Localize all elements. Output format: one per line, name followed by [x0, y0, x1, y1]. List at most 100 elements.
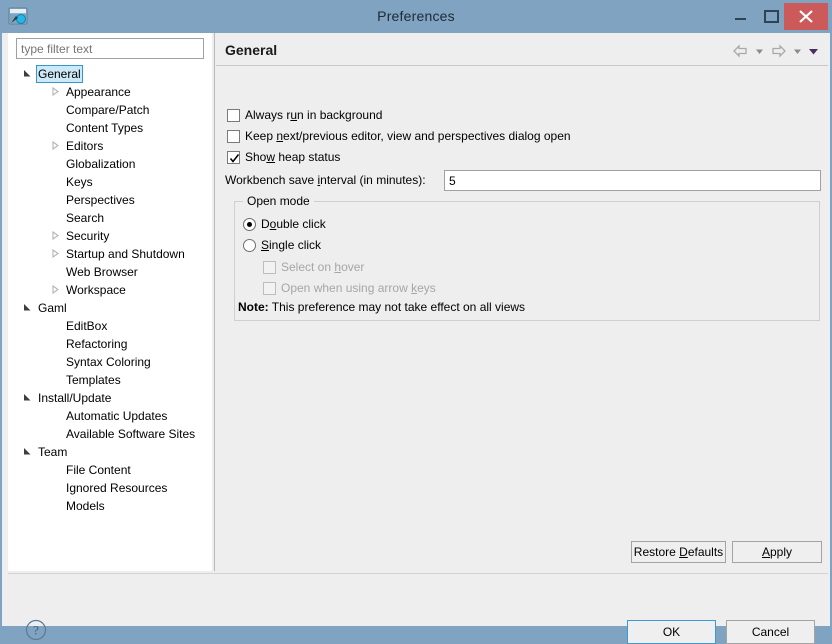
back-menu-chevron-down-icon[interactable] [753, 43, 766, 59]
checkbox-label: Always run in background [245, 108, 383, 122]
radio-button [243, 217, 256, 231]
triangle-expanded-icon[interactable] [20, 389, 34, 407]
triangle-expanded-icon[interactable] [20, 443, 34, 461]
tree-item-editors[interactable]: Editors [8, 137, 212, 155]
checkbox-box [227, 150, 240, 164]
tree-item-globalization[interactable]: Globalization [8, 155, 212, 173]
triangle-collapsed-icon[interactable] [48, 245, 62, 263]
forward-menu-chevron-down-icon[interactable] [791, 43, 804, 59]
page-title: General [225, 42, 278, 58]
tree-item-spacer [48, 407, 62, 425]
view-menu-chevron-down-filled-icon[interactable] [807, 43, 820, 59]
tree-item-spacer [48, 317, 62, 335]
checkbox-label: Show heap status [245, 150, 341, 164]
tree-item-workspace[interactable]: Workspace [8, 281, 212, 299]
tree-item-perspectives[interactable]: Perspectives [8, 191, 212, 209]
window-title: Preferences [377, 8, 455, 24]
tree-item-models[interactable]: Models [8, 497, 212, 515]
tree-item-gaml[interactable]: Gaml [8, 299, 212, 317]
tree-item-label: Content Types [66, 121, 144, 135]
tree-item-label: Gaml [38, 301, 67, 315]
triangle-expanded-icon[interactable] [20, 299, 34, 317]
triangle-expanded-icon[interactable] [20, 65, 34, 83]
svg-text:?: ? [33, 623, 39, 638]
tree-item-refactoring[interactable]: Refactoring [8, 335, 212, 353]
back-arrow-icon[interactable] [731, 43, 750, 59]
tree-item-spacer [48, 371, 62, 389]
checkbox-box [227, 129, 240, 143]
tree-item-label: Automatic Updates [66, 409, 168, 423]
filter-input[interactable] [16, 38, 204, 59]
forward-arrow-icon[interactable] [769, 43, 788, 59]
apply-button[interactable]: Apply [732, 541, 822, 563]
tree-item-ignored-resources[interactable]: Ignored Resources [8, 479, 212, 497]
tree-item-label: Editors [66, 139, 104, 153]
tree-item-label: Globalization [66, 157, 136, 171]
tree-item-label: Security [66, 229, 110, 243]
tree-item-install-update[interactable]: Install/Update [8, 389, 212, 407]
checkbox-label: Keep next/previous editor, view and pers… [245, 129, 571, 143]
tree-item-appearance[interactable]: Appearance [8, 83, 212, 101]
tree-item-security[interactable]: Security [8, 227, 212, 245]
tree-item-available-software-sites[interactable]: Available Software Sites [8, 425, 212, 443]
tree-item-label: Syntax Coloring [66, 355, 151, 369]
checkbox-keep-next-previous-editor[interactable]: Keep next/previous editor, view and pers… [227, 127, 571, 145]
panel-divider [214, 33, 215, 571]
triangle-collapsed-icon[interactable] [48, 83, 62, 101]
cancel-button[interactable]: Cancel [726, 620, 815, 644]
workbench-save-interval-row: Workbench save interval (in minutes): [225, 170, 821, 192]
ok-button[interactable]: OK [627, 620, 716, 644]
note-label: Note: [238, 300, 269, 314]
tree-item-team[interactable]: Team [8, 443, 212, 461]
restore-defaults-button[interactable]: Restore Defaults [631, 541, 726, 563]
tree-item-compare-patch[interactable]: Compare/Patch [8, 101, 212, 119]
checkbox-show-heap-status[interactable]: Show heap status [227, 148, 340, 166]
save-interval-input[interactable] [444, 170, 821, 191]
tree-item-automatic-updates[interactable]: Automatic Updates [8, 407, 212, 425]
window-titlebar[interactable]: Preferences [0, 0, 832, 33]
tree-item-spacer [48, 335, 62, 353]
tree-item-search[interactable]: Search [8, 209, 212, 227]
tree-item-label: Workspace [66, 283, 126, 297]
tree-item-syntax-coloring[interactable]: Syntax Coloring [8, 353, 212, 371]
tree-item-spacer [48, 101, 62, 119]
save-interval-label: Workbench save interval (in minutes): [225, 173, 426, 187]
tree-item-label: Startup and Shutdown [66, 247, 185, 261]
preferences-window: Preferences General Appearance Compare/Pat… [0, 0, 832, 644]
tree-item-keys[interactable]: Keys [8, 173, 212, 191]
tree-item-templates[interactable]: Templates [8, 371, 212, 389]
close-button[interactable] [784, 3, 828, 30]
tree-item-spacer [48, 173, 62, 191]
tree-item-spacer [48, 191, 62, 209]
note-text: This preference may not take effect on a… [271, 300, 526, 314]
dialog-client-area: General Appearance Compare/Patch Content Ty… [2, 33, 830, 644]
triangle-collapsed-icon[interactable] [48, 227, 62, 245]
checkbox-always-run-in-background[interactable]: Always run in background [227, 106, 382, 124]
preferences-tree[interactable]: General Appearance Compare/Patch Content Ty… [8, 65, 212, 515]
tree-item-general[interactable]: General [8, 65, 212, 83]
radio-single-click[interactable]: Single click [243, 236, 321, 254]
tree-item-startup-and-shutdown[interactable]: Startup and Shutdown [8, 245, 212, 263]
tree-item-label: File Content [66, 463, 131, 477]
help-question-icon[interactable]: ? [25, 619, 47, 641]
open-mode-note: Note: This preference may not take effec… [238, 300, 525, 314]
tree-item-editbox[interactable]: EditBox [8, 317, 212, 335]
tree-item-file-content[interactable]: File Content [8, 461, 212, 479]
title-separator [216, 65, 828, 66]
triangle-collapsed-icon[interactable] [48, 281, 62, 299]
tree-item-content-types[interactable]: Content Types [8, 119, 212, 137]
tree-item-label: Models [66, 499, 105, 513]
tree-item-label: Templates [66, 373, 121, 387]
tree-item-label: Ignored Resources [66, 481, 168, 495]
close-icon [799, 10, 813, 23]
checkmark-icon [229, 153, 240, 163]
tree-item-spacer [48, 461, 62, 479]
tree-item-label: Perspectives [66, 193, 135, 207]
tree-item-spacer [48, 209, 62, 227]
tree-item-spacer [48, 155, 62, 173]
radio-double-click[interactable]: Double click [243, 215, 326, 233]
tree-item-spacer [48, 353, 62, 371]
triangle-collapsed-icon[interactable] [48, 137, 62, 155]
tree-item-web-browser[interactable]: Web Browser [8, 263, 212, 281]
open-mode-legend: Open mode [243, 194, 314, 208]
